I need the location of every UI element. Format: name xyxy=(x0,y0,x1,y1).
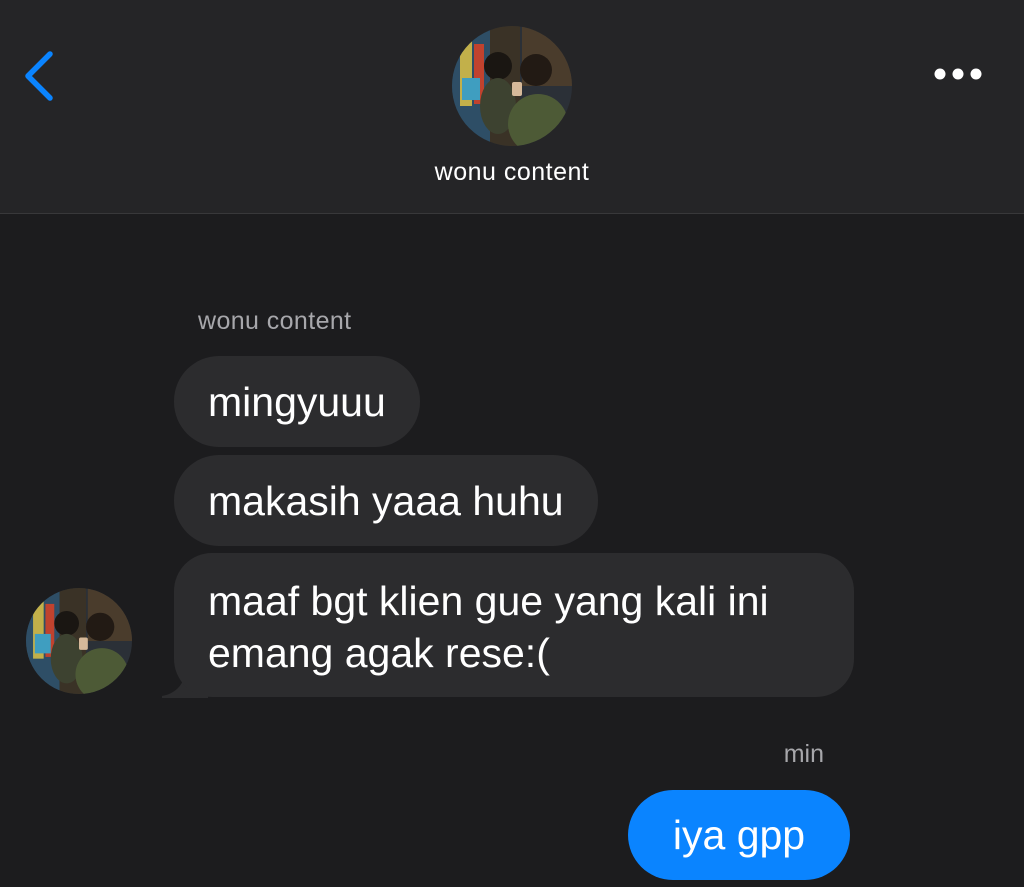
profile-photo xyxy=(26,588,132,694)
contact-name-header[interactable]: wonu content xyxy=(312,158,712,187)
chat-screen: wonu content wonu content mingyuuu makas… xyxy=(0,0,1024,887)
chat-header: wonu content xyxy=(0,0,1024,214)
chevron-left-icon xyxy=(25,51,53,101)
contact-avatar-header[interactable] xyxy=(452,26,572,146)
incoming-message-bubble[interactable]: maaf bgt klien gue yang kali ini emang a… xyxy=(174,553,854,697)
back-button[interactable] xyxy=(18,46,62,106)
incoming-message-bubble[interactable]: makasih yaaa huhu xyxy=(174,455,598,546)
more-options-button[interactable] xyxy=(926,56,990,92)
profile-photo xyxy=(452,26,572,146)
incoming-sender-label: wonu content xyxy=(198,307,352,335)
outgoing-message-bubble[interactable]: iya gpp xyxy=(628,790,850,880)
incoming-message-bubble[interactable]: mingyuuu xyxy=(174,356,420,447)
contact-avatar-message[interactable] xyxy=(26,588,132,694)
outgoing-sender-label: min xyxy=(783,740,824,768)
more-horizontal-icon xyxy=(934,68,982,80)
